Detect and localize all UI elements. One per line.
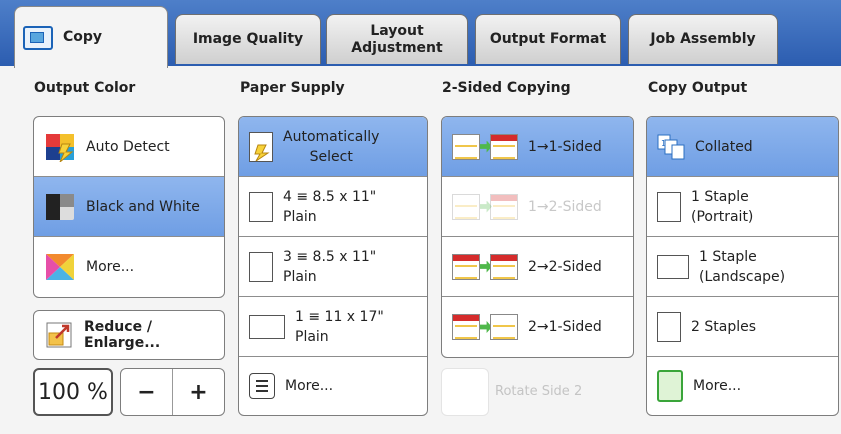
copy-output-title: Copy Output: [648, 80, 748, 96]
zoom-decrease-button[interactable]: −: [121, 369, 173, 415]
staple-portrait-icon: [657, 191, 681, 222]
paper-supply-panel: Automatically Select 4 ≡ 8.5 x 11" Plain…: [238, 116, 428, 416]
paper-more[interactable]: More...: [239, 357, 427, 415]
two-to-one-sided-icon: [452, 312, 518, 342]
tab-label: Output Format: [489, 31, 607, 47]
option-output-more[interactable]: More...: [647, 357, 838, 415]
paper-icon: [249, 251, 273, 282]
option-2-staples[interactable]: 2 Staples: [647, 297, 838, 357]
staple-landscape-icon: [657, 254, 689, 279]
option-label: Collated: [695, 138, 753, 155]
paper-label: 1 ≡ 11 x 17" Plain: [295, 307, 384, 347]
option-label: More...: [86, 259, 135, 275]
paper-line2: Select: [309, 148, 353, 165]
tab-layout-adjustment[interactable]: Layout Adjustment: [326, 14, 468, 64]
paper-line1: Automatically: [283, 128, 380, 145]
svg-text:1: 1: [661, 139, 666, 148]
collated-icon: 1: [657, 134, 685, 160]
reduce-enlarge-icon: [44, 320, 74, 350]
option-label: Auto Detect: [86, 138, 170, 155]
option-label: More...: [693, 378, 742, 394]
tab-output-format[interactable]: Output Format: [475, 14, 621, 64]
paper-auto-select[interactable]: Automatically Select: [239, 117, 427, 177]
reduce-enlarge-label: Reduce / Enlarge...: [84, 319, 161, 351]
paper-tray-1[interactable]: 1 ≡ 11 x 17" Plain: [239, 297, 427, 357]
output-color-panel: Auto Detect Black and White More...: [33, 116, 225, 298]
paper-line1: 1 ≡ 11 x 17": [295, 308, 384, 325]
tab-label: Image Quality: [192, 31, 304, 47]
option-collated[interactable]: 1 Collated: [647, 117, 838, 177]
paper-line2: Plain: [283, 268, 317, 285]
option-line1: 1 Staple: [699, 248, 757, 265]
tab-copy[interactable]: Copy: [14, 6, 168, 68]
option-auto-detect[interactable]: Auto Detect: [34, 117, 224, 177]
one-to-one-sided-icon: [452, 132, 518, 162]
paper-label: 3 ≡ 8.5 x 11" Plain: [283, 247, 376, 287]
one-to-two-sided-icon: [452, 192, 518, 222]
option-1-staple-landscape[interactable]: 1 Staple (Landscape): [647, 237, 838, 297]
zoom-stepper: − +: [120, 368, 225, 416]
rotate-side-2-label: Rotate Side 2: [495, 384, 583, 399]
paper-line1: 3 ≡ 8.5 x 11": [283, 248, 377, 265]
copy-output-panel: 1 Collated 1 Staple (Portrait) 1 Staple …: [646, 116, 839, 416]
two-to-two-sided-icon: [452, 252, 518, 282]
tab-label: Layout Adjustment: [351, 22, 443, 56]
option-label: 1 Staple (Portrait): [691, 187, 753, 227]
option-1-to-2-sided[interactable]: 1→2-Sided: [442, 177, 633, 237]
paper-line2: Plain: [295, 328, 329, 345]
output-more-icon: [657, 370, 683, 402]
option-line2: (Landscape): [699, 268, 786, 285]
paper-line1: 4 ≡ 8.5 x 11": [283, 188, 377, 205]
copy-icon: [23, 25, 53, 50]
option-label: Black and White: [86, 198, 200, 215]
option-label: 2→2-Sided: [528, 258, 602, 275]
output-color-title: Output Color: [34, 80, 136, 96]
paper-tray-3[interactable]: 3 ≡ 8.5 x 11" Plain: [239, 237, 427, 297]
paper-tray-4[interactable]: 4 ≡ 8.5 x 11" Plain: [239, 177, 427, 237]
paper-label: Automatically Select: [283, 127, 379, 167]
paper-line1: More...: [285, 378, 334, 394]
option-2-to-2-sided[interactable]: 2→2-Sided: [442, 237, 633, 297]
tab-image-quality[interactable]: Image Quality: [175, 14, 321, 64]
paper-supply-title: Paper Supply: [240, 80, 345, 96]
option-black-and-white[interactable]: Black and White: [34, 177, 224, 237]
tab-label: Job Assembly: [650, 31, 756, 47]
option-line2: (Portrait): [691, 208, 754, 225]
zoom-value-field[interactable]: 100 %: [33, 368, 113, 416]
auto-select-icon: [249, 131, 273, 162]
zoom-increase-button[interactable]: +: [173, 369, 224, 415]
paper-line2: Plain: [283, 208, 317, 225]
option-1-to-1-sided[interactable]: 1→1-Sided: [442, 117, 633, 177]
tab-label: Copy: [63, 29, 103, 45]
option-color-more[interactable]: More...: [34, 237, 224, 297]
option-label: 1 Staple (Landscape): [699, 247, 785, 287]
two-staples-icon: [657, 311, 681, 342]
option-line1: 1 Staple: [691, 188, 749, 205]
paper-label: 4 ≡ 8.5 x 11" Plain: [283, 187, 376, 227]
two-sided-panel: 1→1-Sided 1→2-Sided 2→2-Sided 2→1-Sided: [441, 116, 634, 358]
plus-icon: +: [189, 379, 208, 405]
copy-screen: Copy Image Quality Layout Adjustment Out…: [0, 0, 841, 434]
more-list-icon: [249, 373, 275, 399]
black-and-white-icon: [44, 192, 76, 222]
option-label: 1→1-Sided: [528, 138, 602, 155]
option-label: 2→1-Sided: [528, 319, 602, 335]
color-more-icon: [44, 252, 76, 282]
tab-job-assembly[interactable]: Job Assembly: [628, 14, 778, 64]
paper-landscape-icon: [249, 314, 285, 339]
option-2-to-1-sided[interactable]: 2→1-Sided: [442, 297, 633, 357]
zoom-value: 100 %: [38, 379, 108, 405]
option-label: 1→2-Sided: [528, 198, 602, 215]
option-label: 2 Staples: [691, 318, 756, 335]
paper-icon: [249, 191, 273, 222]
reduce-enlarge-button[interactable]: Reduce / Enlarge...: [33, 310, 225, 360]
rotate-side-2-checkbox[interactable]: [441, 368, 489, 416]
option-1-staple-portrait[interactable]: 1 Staple (Portrait): [647, 177, 838, 237]
auto-detect-icon: [44, 132, 76, 162]
two-sided-title: 2-Sided Copying: [442, 80, 571, 96]
minus-icon: −: [137, 379, 156, 405]
